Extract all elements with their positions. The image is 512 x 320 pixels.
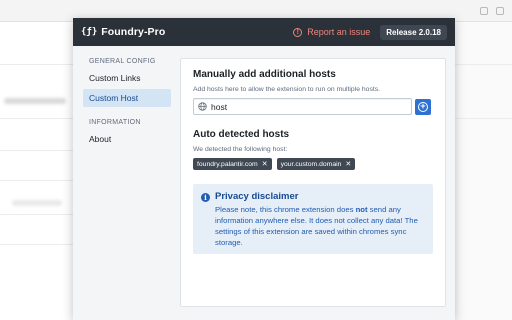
- background-divider: [0, 244, 73, 245]
- background-divider: [0, 180, 73, 181]
- sidebar-item-custom-links[interactable]: Custom Links: [83, 69, 171, 87]
- add-host-button[interactable]: +: [415, 98, 431, 115]
- release-badge: Release 2.0.18: [380, 24, 447, 40]
- privacy-text-emphasis: not: [355, 205, 368, 214]
- background-right-column: [455, 22, 512, 320]
- background-text: [12, 200, 62, 206]
- background-divider: [0, 150, 73, 151]
- background-divider: [0, 118, 73, 119]
- host-input[interactable]: host: [193, 98, 412, 115]
- popup-header: {ƒ} Foundry-Pro ! Report an issue Releas…: [73, 18, 455, 46]
- custom-host-panel: Manually add additional hosts Add hosts …: [180, 58, 446, 307]
- background-text: [4, 98, 66, 104]
- manual-hosts-title: Manually add additional hosts: [193, 69, 336, 80]
- background-divider: [0, 214, 73, 215]
- background-divider: [455, 64, 512, 65]
- privacy-title: Privacy disclaimer: [215, 191, 299, 202]
- sidebar-heading-general: GENERAL CONFIG: [89, 58, 156, 65]
- report-issue-link[interactable]: ! Report an issue: [293, 27, 370, 37]
- extension-popup: {ƒ} Foundry-Pro ! Report an issue Releas…: [73, 18, 455, 320]
- privacy-text-start: Please note, this chrome extension does: [215, 205, 356, 214]
- background-divider: [455, 118, 512, 119]
- app-title: Foundry-Pro: [101, 26, 166, 38]
- info-icon: i: [201, 193, 210, 202]
- host-input-row: host +: [193, 98, 433, 115]
- manual-hosts-description: Add hosts here to allow the extension to…: [193, 86, 381, 93]
- background-icon: [496, 7, 504, 15]
- auto-hosts-title: Auto detected hosts: [193, 129, 290, 140]
- detected-hosts-list: foundry.palantir.com ✕ your.custom.domai…: [193, 158, 433, 170]
- sidebar-item-about[interactable]: About: [83, 130, 171, 148]
- sidebar-item-custom-host[interactable]: Custom Host: [83, 89, 171, 107]
- alert-icon: !: [293, 27, 303, 37]
- privacy-text: Please note, this chrome extension does …: [215, 204, 425, 248]
- plus-circle-icon: +: [418, 101, 428, 112]
- host-tag: foundry.palantir.com ✕: [193, 158, 272, 170]
- host-input-value: host: [211, 101, 228, 112]
- sidebar-heading-information: INFORMATION: [89, 119, 141, 126]
- background-icon: [480, 7, 488, 15]
- remove-tag-icon[interactable]: ✕: [345, 160, 351, 168]
- remove-tag-icon[interactable]: ✕: [262, 160, 268, 168]
- globe-icon: [198, 102, 207, 111]
- background-divider: [0, 64, 73, 65]
- host-tag-label: your.custom.domain: [280, 160, 342, 168]
- sidebar: GENERAL CONFIG Custom Links Custom Host …: [83, 58, 171, 150]
- report-issue-label: Report an issue: [307, 27, 371, 37]
- logo-icon: {ƒ}: [81, 27, 98, 37]
- host-tag: your.custom.domain ✕: [276, 158, 356, 170]
- auto-hosts-description: We detected the following host:: [193, 146, 288, 153]
- privacy-callout: i Privacy disclaimer Please note, this c…: [193, 184, 433, 254]
- host-tag-label: foundry.palantir.com: [197, 160, 258, 168]
